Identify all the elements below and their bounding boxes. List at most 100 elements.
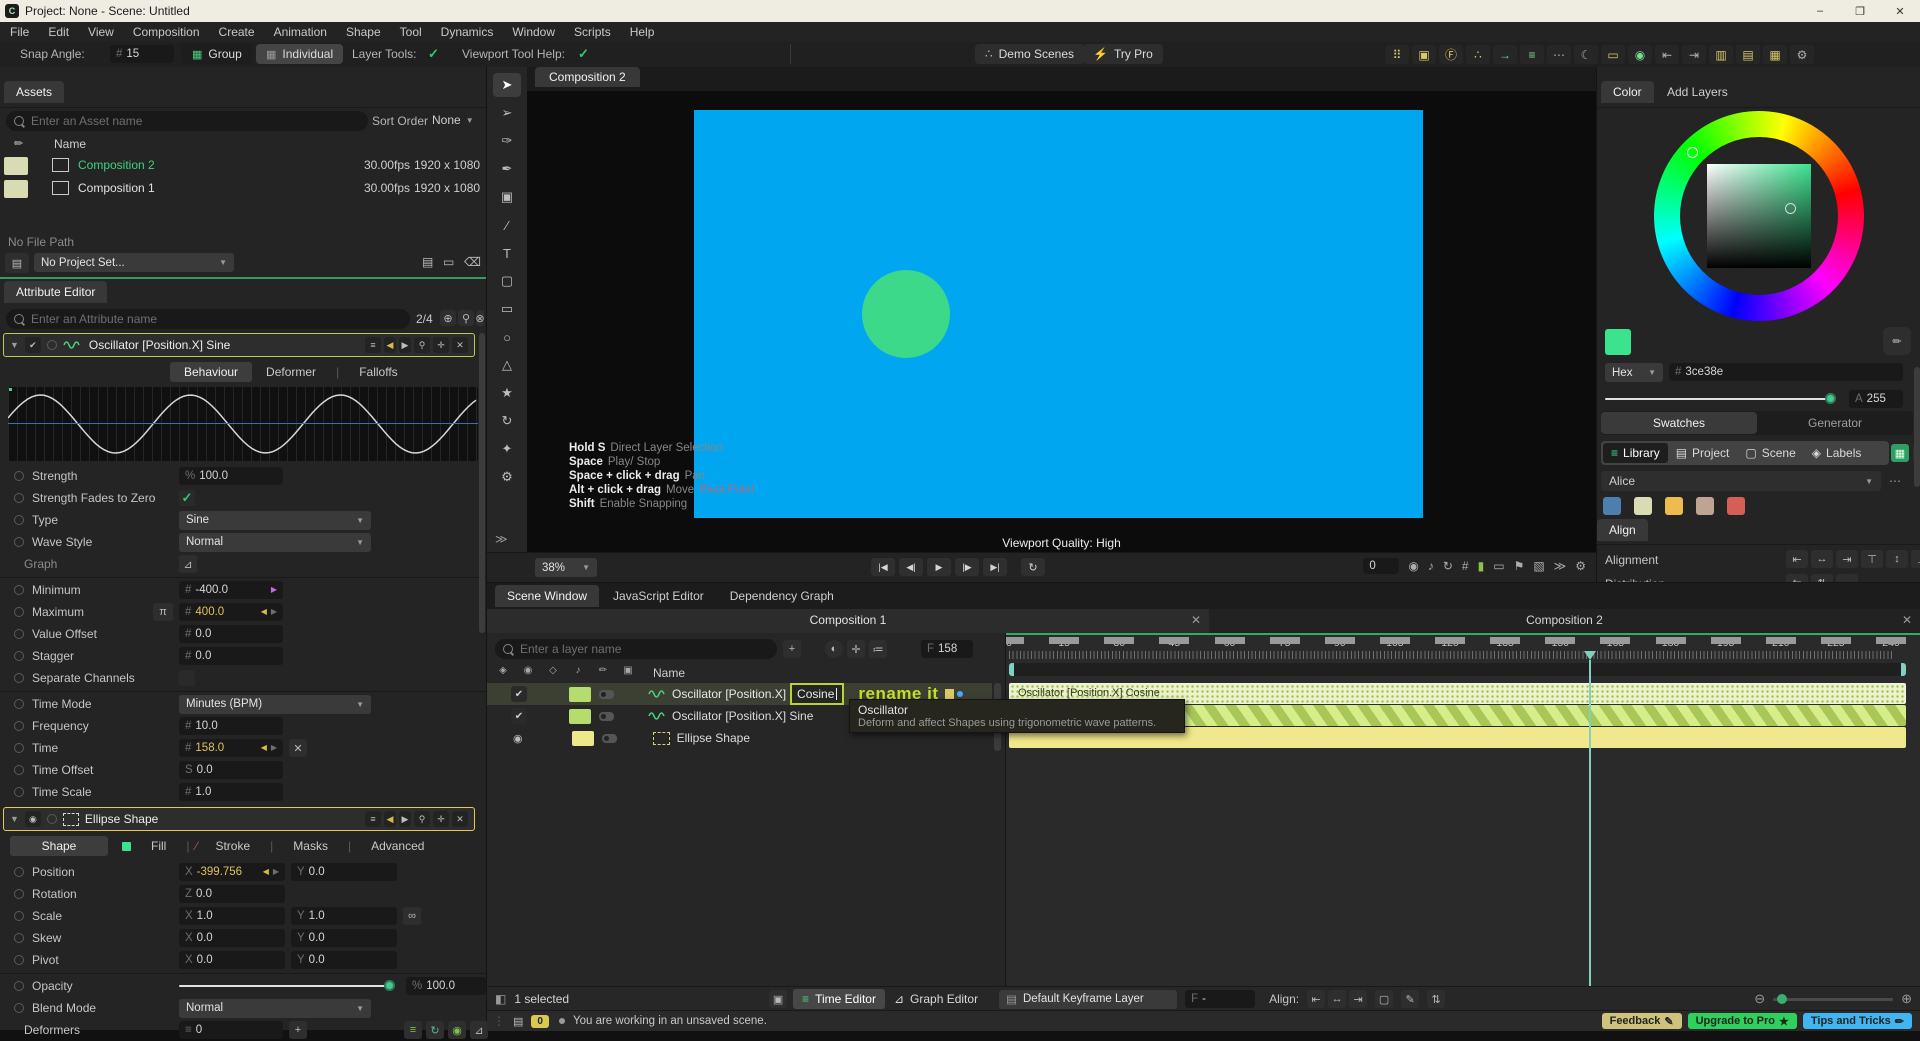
attribute-search[interactable] [6, 309, 410, 329]
layer-toggle[interactable] [601, 733, 617, 743]
visibility-icon[interactable]: ◉ [520, 665, 536, 676]
snap-angle-field[interactable]: # 15 [110, 45, 174, 63]
camera-tool[interactable]: ▣ [493, 185, 521, 209]
scale-y-field[interactable]: Y 1.0 [291, 907, 397, 925]
value-offset-field[interactable]: #0.0 [179, 625, 283, 643]
direct-select-tool[interactable]: ➢ [493, 101, 521, 125]
menu-edit[interactable]: Edit [48, 25, 69, 39]
attr-connector[interactable] [14, 515, 24, 525]
time-offset-field[interactable]: S 0.0 [179, 761, 283, 779]
close-icon[interactable]: ✕ [452, 811, 468, 827]
moon-icon[interactable]: ☾ [1574, 45, 1598, 64]
align-keys-right-icon[interactable]: ⇥ [1349, 990, 1368, 1008]
camera-toggle-icon[interactable]: ▣ [620, 665, 636, 676]
opacity-slider[interactable] [179, 985, 391, 987]
tab-attribute-editor[interactable]: Attribute Editor [4, 281, 108, 303]
tab-deformer[interactable]: Deformer [252, 362, 330, 382]
align-left-icon[interactable]: ⇤ [1655, 45, 1679, 64]
asset-row[interactable]: Composition 1 30.00fps 1920 x 1080 [0, 178, 486, 200]
palette-swatch[interactable] [1696, 497, 1714, 515]
opacity-field[interactable]: % 100.0 [406, 977, 486, 995]
attr-connector[interactable] [14, 673, 24, 683]
attr-connector[interactable] [14, 867, 24, 877]
attr-connector[interactable] [14, 981, 24, 991]
prev-key-icon[interactable]: ◀ [263, 868, 269, 876]
visible-eye-icon[interactable]: ◉ [24, 811, 41, 827]
prev-key-icon[interactable]: ◀ [261, 608, 267, 616]
feedback-button[interactable]: Feedback ✎ [1601, 1013, 1682, 1029]
hex-field[interactable]: #3ce38e [1669, 363, 1903, 381]
color-scrollbar[interactable] [1914, 367, 1920, 487]
asset-row[interactable]: Composition 2 30.00fps 1920 x 1080 [0, 155, 486, 177]
alpha-field[interactable]: A 255 [1849, 390, 1903, 408]
alpha-slider-handle[interactable] [1825, 393, 1836, 404]
rows-icon[interactable]: ▤ [1736, 45, 1760, 64]
selection-toggle-icon[interactable]: ◧ [495, 992, 506, 1006]
expression-icon[interactable]: ▶ [271, 586, 277, 594]
pen-tool[interactable]: ✒ [493, 157, 521, 181]
align-left-icon[interactable]: ⇤ [1786, 550, 1808, 568]
palette-swatch[interactable] [1603, 497, 1621, 515]
box-select-icon[interactable]: ▢ [1375, 990, 1394, 1008]
attr-connector[interactable] [14, 787, 24, 797]
attr-connector[interactable] [14, 607, 24, 617]
next-key-icon[interactable]: ▶ [399, 811, 411, 827]
layer-tools-check-icon[interactable]: ✓ [428, 46, 439, 62]
sv-indicator[interactable] [1785, 203, 1796, 214]
tab-shape[interactable]: Shape [10, 836, 108, 856]
time-field[interactable]: #158.0 ◀ ▶ [179, 739, 283, 757]
comp-tab-1[interactable]: Composition 1 ✕ [487, 609, 1209, 633]
move-icon[interactable]: ✛ [433, 337, 449, 353]
next-key-icon[interactable]: ▶ [399, 337, 411, 353]
timeline-pane[interactable]: 0153045607590105120135150165180195210225… [1006, 633, 1920, 986]
tab-advanced[interactable]: Advanced [357, 836, 438, 856]
skew-x-field[interactable]: X 0.0 [179, 929, 285, 947]
attr-connector[interactable] [46, 814, 57, 824]
saturation-value-square[interactable] [1707, 164, 1811, 268]
chevron-down-icon[interactable]: ▼ [10, 814, 19, 824]
menu-view[interactable]: View [88, 25, 114, 39]
eyedropper-icon[interactable]: ✏ [1883, 327, 1911, 355]
table-icon[interactable]: ▦ [1763, 45, 1787, 64]
sort-order-dropdown[interactable]: None ▼ [432, 113, 474, 127]
project-icon[interactable]: ▤ [5, 253, 29, 273]
tab-dependency-graph[interactable]: Dependency Graph [718, 585, 846, 607]
comp-tab-2[interactable]: Composition 2 ✕ [1209, 609, 1920, 633]
box-icon[interactable]: ▭ [1601, 45, 1625, 64]
layer-enabled-checkbox[interactable]: ✔ [511, 686, 527, 702]
orbit-tool[interactable]: ↻ [493, 409, 521, 433]
playhead-line[interactable] [1588, 660, 1591, 986]
blend-mode-dropdown[interactable]: Normal ▼ [179, 998, 371, 1018]
attr-connector[interactable] [14, 765, 24, 775]
oscillator-section-header[interactable]: ▼ ✔ Oscillator [Position.X] Sine ≡ ◀ ▶ ⚲… [3, 333, 475, 357]
flag-icon[interactable]: ⚑ [1514, 559, 1525, 573]
remove-connection-icon[interactable]: ✕ [289, 739, 307, 757]
ellipsis-icon[interactable]: ⋯ [1547, 45, 1571, 64]
range-end-handle[interactable] [1901, 663, 1906, 676]
monitor-icon[interactable]: ▭ [1493, 559, 1504, 573]
attr-connector[interactable] [14, 933, 24, 943]
tab-stroke[interactable]: Stroke [201, 836, 264, 856]
composition-background[interactable] [694, 110, 1423, 518]
project-set-dropdown[interactable]: No Project Set... ▼ [34, 253, 234, 272]
attr-connector[interactable] [14, 1003, 24, 1013]
transform-icon[interactable]: ✛ [847, 640, 865, 658]
prev-key-icon[interactable]: ◀ [384, 811, 396, 827]
zoom-out-icon[interactable]: ⊖ [1754, 991, 1765, 1007]
close-icon[interactable]: ✕ [452, 337, 468, 353]
attr-connector[interactable] [14, 699, 24, 709]
layer-name[interactable]: Ellipse Shape [677, 731, 750, 745]
fades-checkbox[interactable]: ✓ [179, 490, 195, 506]
alpha-slider[interactable] [1605, 398, 1835, 400]
pivot-x-field[interactable]: X 0.0 [179, 951, 285, 969]
attr-connector[interactable] [14, 955, 24, 965]
prev-key-icon[interactable]: ◀ [384, 337, 396, 353]
timeline-ruler[interactable]: 0153045607590105120135150165180195210225… [1006, 637, 1909, 651]
minimum-field[interactable]: # -400.0 ▶ [179, 581, 283, 599]
messages-icon[interactable]: ▤ [513, 1015, 523, 1028]
keyframe-layer-dropdown[interactable]: ▤ Default Keyframe Layer [999, 989, 1178, 1009]
try-pro-button[interactable]: ⚡ Try Pro [1083, 44, 1163, 64]
attr-connector[interactable] [14, 743, 24, 753]
strength-field[interactable]: % 100.0 [179, 467, 283, 485]
menu-help[interactable]: Help [630, 25, 655, 39]
